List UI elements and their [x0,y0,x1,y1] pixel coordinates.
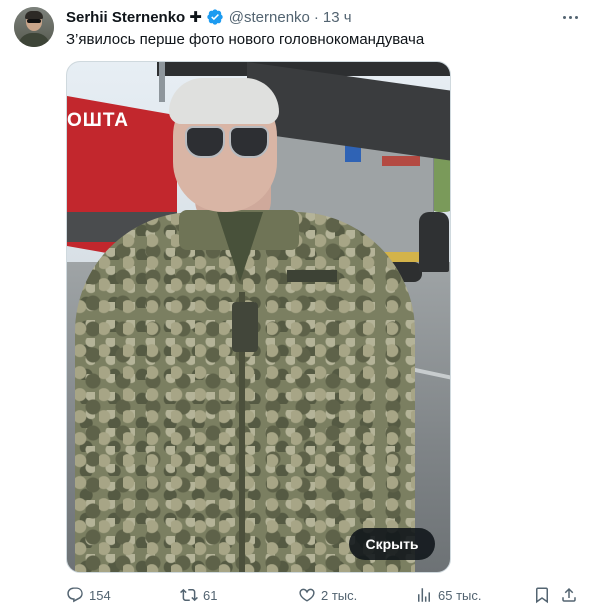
retweet-button[interactable]: 61 [180,585,217,605]
tweet[interactable]: Serhii Sternenko ✚ @sternenko · 13 ч З’я… [0,0,591,612]
reply-button[interactable]: 154 [66,585,111,605]
share-icon [562,587,576,602]
tweet-photo[interactable]: ОШТА Скрыть [66,61,451,573]
reply-icon [67,587,83,603]
like-count: 2 тыс. [321,587,358,603]
avatar[interactable] [14,7,54,47]
like-button[interactable]: 2 тыс. [298,585,357,605]
more-icon[interactable] [560,8,580,26]
hide-media-button[interactable]: Скрыть [349,528,435,560]
heart-icon [299,588,315,602]
author-name[interactable]: Serhii Sternenko [66,9,185,26]
bookmark-button[interactable] [533,585,551,605]
views-count: 65 тыс. [438,587,482,603]
tweet-text: З’явилось перше фото нового головнокоман… [66,31,425,48]
tweet-header: Serhii Sternenko ✚ @sternenko · 13 ч [66,8,352,27]
retweet-count: 61 [203,587,218,603]
author-handle[interactable]: @sternenko [229,9,310,26]
cross-badge-icon: ✚ [189,9,202,26]
views-button[interactable]: 65 тыс. [415,585,481,605]
truck-lettering: ОШТА [67,110,130,131]
reply-count: 154 [89,587,111,603]
verified-badge-icon [207,9,223,25]
action-bar: 154 61 2 тыс. 65 тыс. [0,580,591,610]
share-button[interactable] [560,585,578,605]
separator: · [313,8,319,26]
retweet-icon [180,588,198,602]
analytics-icon [418,588,430,602]
timestamp[interactable]: 13 ч [323,9,352,26]
bookmark-icon [536,587,548,604]
